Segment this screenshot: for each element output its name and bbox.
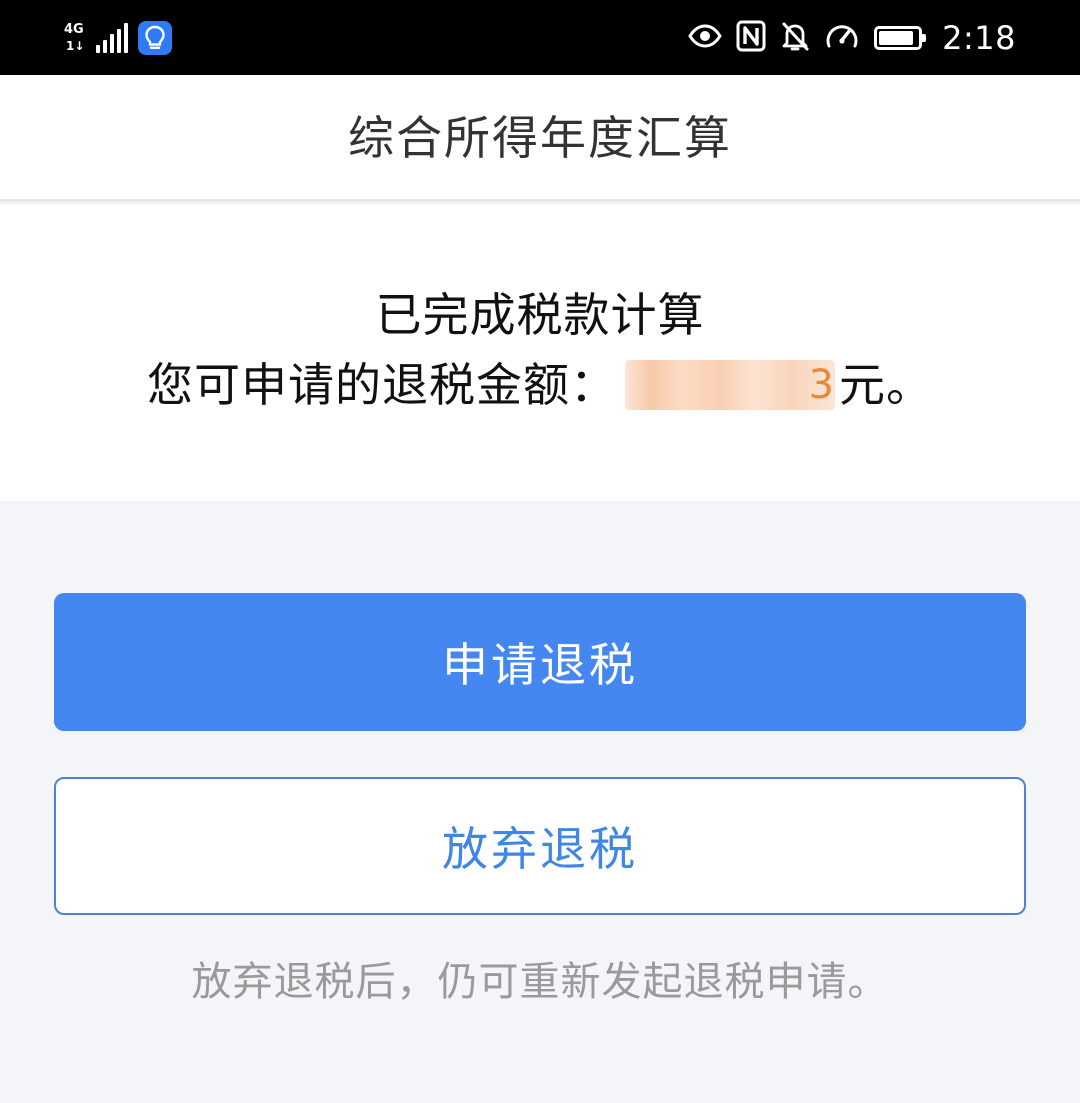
battery-icon	[874, 26, 927, 50]
apply-refund-button[interactable]: 申请退税	[54, 593, 1026, 731]
signal-bar	[124, 23, 128, 53]
speedometer-icon	[824, 20, 860, 56]
status-left: 4G 1↓	[64, 18, 172, 58]
battery-level	[879, 31, 913, 45]
signal-strength-icon	[96, 23, 128, 53]
refund-amount-unit: 元。	[839, 358, 933, 412]
page-title: 综合所得年度汇算	[348, 111, 732, 165]
status-bar: 4G 1↓ 2:18	[0, 0, 1080, 75]
result-card: 已完成税款计算 您可申请的退税金额： 3元。	[0, 205, 1080, 501]
eye-icon	[688, 24, 722, 52]
network-type: 4G	[64, 22, 84, 37]
network-indicator: 4G 1↓	[64, 21, 86, 55]
signal-bar	[117, 28, 121, 53]
refund-amount-label: 您可申请的退税金额：	[147, 358, 617, 412]
nfc-icon	[736, 20, 766, 56]
abandon-hint-text: 放弃退税后，仍可重新发起退税申请。	[191, 959, 889, 1005]
status-right: 2:18	[688, 14, 1016, 62]
signal-bar	[110, 34, 114, 53]
nav-header: 综合所得年度汇算	[0, 75, 1080, 202]
signal-bar	[103, 39, 107, 53]
bell-muted-icon	[780, 20, 810, 56]
status-time: 2:18	[942, 19, 1016, 57]
refund-amount-value: 3	[625, 359, 835, 410]
network-activity: 1↓	[66, 39, 85, 53]
refund-amount-line: 您可申请的退税金额： 3元。	[0, 357, 1080, 414]
abandon-refund-button[interactable]: 放弃退税	[54, 777, 1026, 915]
calculation-complete-text: 已完成税款计算	[375, 288, 705, 342]
lightbulb-icon	[138, 21, 172, 55]
signal-bar	[96, 45, 100, 53]
